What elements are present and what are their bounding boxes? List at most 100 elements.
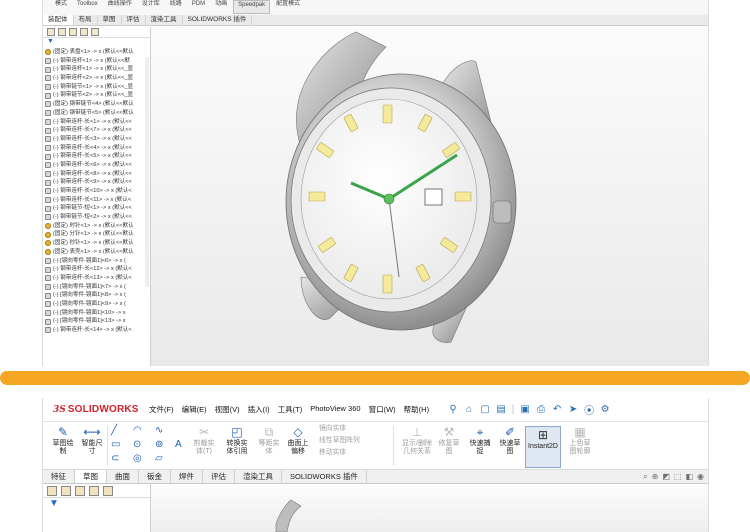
- tree-item[interactable]: (固定) 钢带链节<5> (默认<<默认: [45, 109, 150, 118]
- view-orientation-icon[interactable]: ⬚: [674, 472, 682, 482]
- tab-sketch[interactable]: 草图: [98, 15, 122, 25]
- tab-render-tools[interactable]: 渲染工具: [146, 15, 183, 25]
- tree-item[interactable]: (-) 钢带连杆-长<10> -> x (默认<: [45, 187, 150, 196]
- tree-item[interactable]: (-) 钢带连杆-长<5> -> x (默认<<: [45, 152, 150, 161]
- tab-evaluate[interactable]: 评估: [122, 15, 146, 25]
- graphics-viewport[interactable]: [151, 27, 708, 366]
- zoom-fit-icon[interactable]: ⌕: [643, 472, 647, 482]
- linear-pattern[interactable]: 线性草图阵列: [319, 435, 360, 447]
- rapid-sketch-button[interactable]: ✐ 快速草 图: [497, 426, 523, 456]
- tree-item[interactable]: (-) 钢带连杆-长<8> -> x (默认<<: [45, 170, 150, 179]
- tree-item[interactable]: (-) [镜向零件-镜面1]<6> -> x (: [45, 257, 150, 266]
- dim-expert-icon[interactable]: [89, 486, 99, 496]
- ribbon-item[interactable]: 设计库: [138, 0, 164, 9]
- menu-edit[interactable]: 编辑(E): [182, 404, 207, 415]
- move-entities[interactable]: 移动实体: [319, 447, 360, 459]
- options-icon[interactable]: ⚙: [599, 404, 611, 415]
- ribbon-item[interactable]: 曲线操作: [104, 0, 136, 9]
- section-view-icon[interactable]: ◩: [662, 472, 670, 482]
- ribbon-item-speedpak[interactable]: Speedpak: [233, 0, 271, 14]
- menu-view[interactable]: 视图(V): [215, 404, 240, 415]
- offset-on-surface-button[interactable]: ◇ 曲面上 偏移: [283, 426, 313, 456]
- tab-sketch[interactable]: 草图: [75, 470, 107, 483]
- traffic-light-icon[interactable]: ⦿: [583, 402, 595, 417]
- repair-sketch-button[interactable]: ⚒ 修复草 图: [437, 426, 461, 456]
- zoom-area-icon[interactable]: ⊕: [652, 472, 659, 482]
- convert-entities-button[interactable]: ◰ 转换实 体引用: [221, 426, 253, 456]
- tree-item[interactable]: (-) [镜向零件-镜面1]<7> -> x (: [45, 283, 150, 292]
- property-manager-icon[interactable]: [61, 486, 71, 496]
- tree-item[interactable]: (-) 钢带连杆-长<14> -> x (默认<: [45, 326, 150, 335]
- menu-help[interactable]: 帮助(H): [404, 404, 429, 415]
- tree-item[interactable]: (-) 钢带连杆-长<7> -> x (默认<<: [45, 126, 150, 135]
- tree-item[interactable]: (-) 钢带连杆-长<12> -> x (默认<: [45, 265, 150, 274]
- display-relations-button[interactable]: ⊥ 显示/删除 几何关系: [399, 426, 435, 456]
- text-icon[interactable]: A: [175, 439, 182, 450]
- tab-addins[interactable]: SOLIDWORKS 插件: [282, 470, 367, 483]
- tree-item[interactable]: (-) 钢带连杆-长<4> -> x (默认<<: [45, 144, 150, 153]
- filter-icon[interactable]: ▼: [43, 498, 150, 509]
- offset-entities-button[interactable]: ⧉ 等距实 体: [255, 426, 283, 456]
- save-icon[interactable]: ▣: [519, 404, 531, 415]
- tree-item[interactable]: (-) 钢带链节<1> -> x (默认<<_显: [45, 83, 150, 92]
- trim-button[interactable]: ✂ 剪裁实 体(T): [189, 426, 219, 456]
- tree-item[interactable]: (-) 钢带链节-短<1> -> x (默认<<: [45, 204, 150, 213]
- menu-insert[interactable]: 插入(I): [248, 404, 270, 415]
- tree-item[interactable]: (固定) 表壳<1> -> x (默认<<默认: [45, 248, 150, 257]
- shaded-sketch-button[interactable]: ▦ 上色草 图轮廓: [565, 426, 595, 456]
- tree-item[interactable]: (-) [镜向零件-镜面1]<10> -> x: [45, 309, 150, 318]
- menu-window[interactable]: 窗口(W): [369, 404, 396, 415]
- display-manager-icon[interactable]: [91, 28, 99, 36]
- tree-item[interactable]: (-) [镜向零件-镜面1]<9> -> x (: [45, 300, 150, 309]
- instant2d-button[interactable]: ⊞ Instant2D: [525, 426, 561, 468]
- tab-features[interactable]: 特征: [43, 470, 75, 483]
- bottom-graphics-viewport[interactable]: [151, 484, 708, 532]
- menu-file[interactable]: 文件(F): [149, 404, 174, 415]
- tab-surfaces[interactable]: 曲面: [107, 470, 139, 483]
- tree-item[interactable]: (固定) 表盘<1> -> x (默认<<默认: [45, 48, 150, 57]
- feature-manager-icon[interactable]: [47, 28, 55, 36]
- tree-item[interactable]: (-) 钢带连杆<2> -> x (默认<<_显: [45, 74, 150, 83]
- tree-item[interactable]: (-) 钢带连杆-长<3> -> x (默认<<: [45, 135, 150, 144]
- tab-render-tools[interactable]: 渲染工具: [235, 470, 282, 483]
- open-icon[interactable]: ▤: [495, 404, 507, 415]
- tree-item[interactable]: (-) 钢带连杆-长<6> -> x (默认<<: [45, 161, 150, 170]
- config-manager-icon[interactable]: [75, 486, 85, 496]
- menu-tools[interactable]: 工具(T): [278, 404, 303, 415]
- tree-item[interactable]: (-) 钢带连杆-长<9> -> x (默认<<: [45, 178, 150, 187]
- tree-item[interactable]: (-) [镜向零件-镜面1]<13> -> x: [45, 317, 150, 326]
- new-icon[interactable]: ▢: [479, 404, 491, 415]
- home-icon[interactable]: ⌂: [463, 404, 475, 415]
- tree-item[interactable]: (-) [镜向零件-镜面1]<8> -> x (: [45, 291, 150, 300]
- tree-item[interactable]: (固定) 秒针<1> -> x (默认<<默认: [45, 239, 150, 248]
- point-icon[interactable]: ◎: [133, 453, 142, 464]
- appearance-icon[interactable]: ◉: [697, 472, 704, 482]
- tab-assembly[interactable]: 装配体: [43, 15, 74, 25]
- tree-scrollbar[interactable]: [145, 57, 149, 287]
- smart-dimension-button[interactable]: ⟷ 智能尺 寸: [79, 426, 105, 456]
- tab-weldments[interactable]: 焊件: [171, 470, 203, 483]
- tree-item[interactable]: (-) 钢带链节<2> -> x (默认<<_显: [45, 91, 150, 100]
- arc-icon[interactable]: ◠: [133, 425, 142, 436]
- ribbon-item[interactable]: 配置模式: [272, 0, 304, 9]
- ribbon-item[interactable]: Toolbox: [73, 0, 102, 9]
- tree-item[interactable]: (固定) 时针<1> -> x (默认<<默认: [45, 222, 150, 231]
- pin-icon[interactable]: ⚲: [447, 404, 459, 415]
- tab-layout[interactable]: 布局: [74, 15, 98, 25]
- tree-item[interactable]: (-) 钢带链节-短<2> -> x (默认<<: [45, 213, 150, 222]
- polygon-icon[interactable]: ⊚: [155, 439, 163, 450]
- quick-snaps-button[interactable]: ⌖ 快速捕 捉: [467, 426, 493, 456]
- ribbon-item[interactable]: 线路: [166, 0, 186, 9]
- tree-item[interactable]: (固定) 分针<1> -> x (默认<<默认: [45, 230, 150, 239]
- plane-icon[interactable]: ▱: [155, 453, 163, 464]
- filter-icon[interactable]: ▼: [43, 38, 150, 48]
- select-icon[interactable]: ➤: [567, 404, 579, 415]
- slot-icon[interactable]: ⊂: [111, 453, 119, 464]
- property-manager-icon[interactable]: [58, 28, 66, 36]
- rectangle-icon[interactable]: ▭: [111, 439, 120, 450]
- tree-item[interactable]: (-) 钢带连杆-长<1> -> x (默认<<: [45, 118, 150, 127]
- tab-evaluate[interactable]: 评估: [203, 470, 235, 483]
- tree-item[interactable]: (-) 钢带连杆-长<13> -> x (默认<: [45, 274, 150, 283]
- mirror-entities[interactable]: 镜向实体: [319, 423, 360, 435]
- undo-icon[interactable]: ↶: [551, 404, 563, 415]
